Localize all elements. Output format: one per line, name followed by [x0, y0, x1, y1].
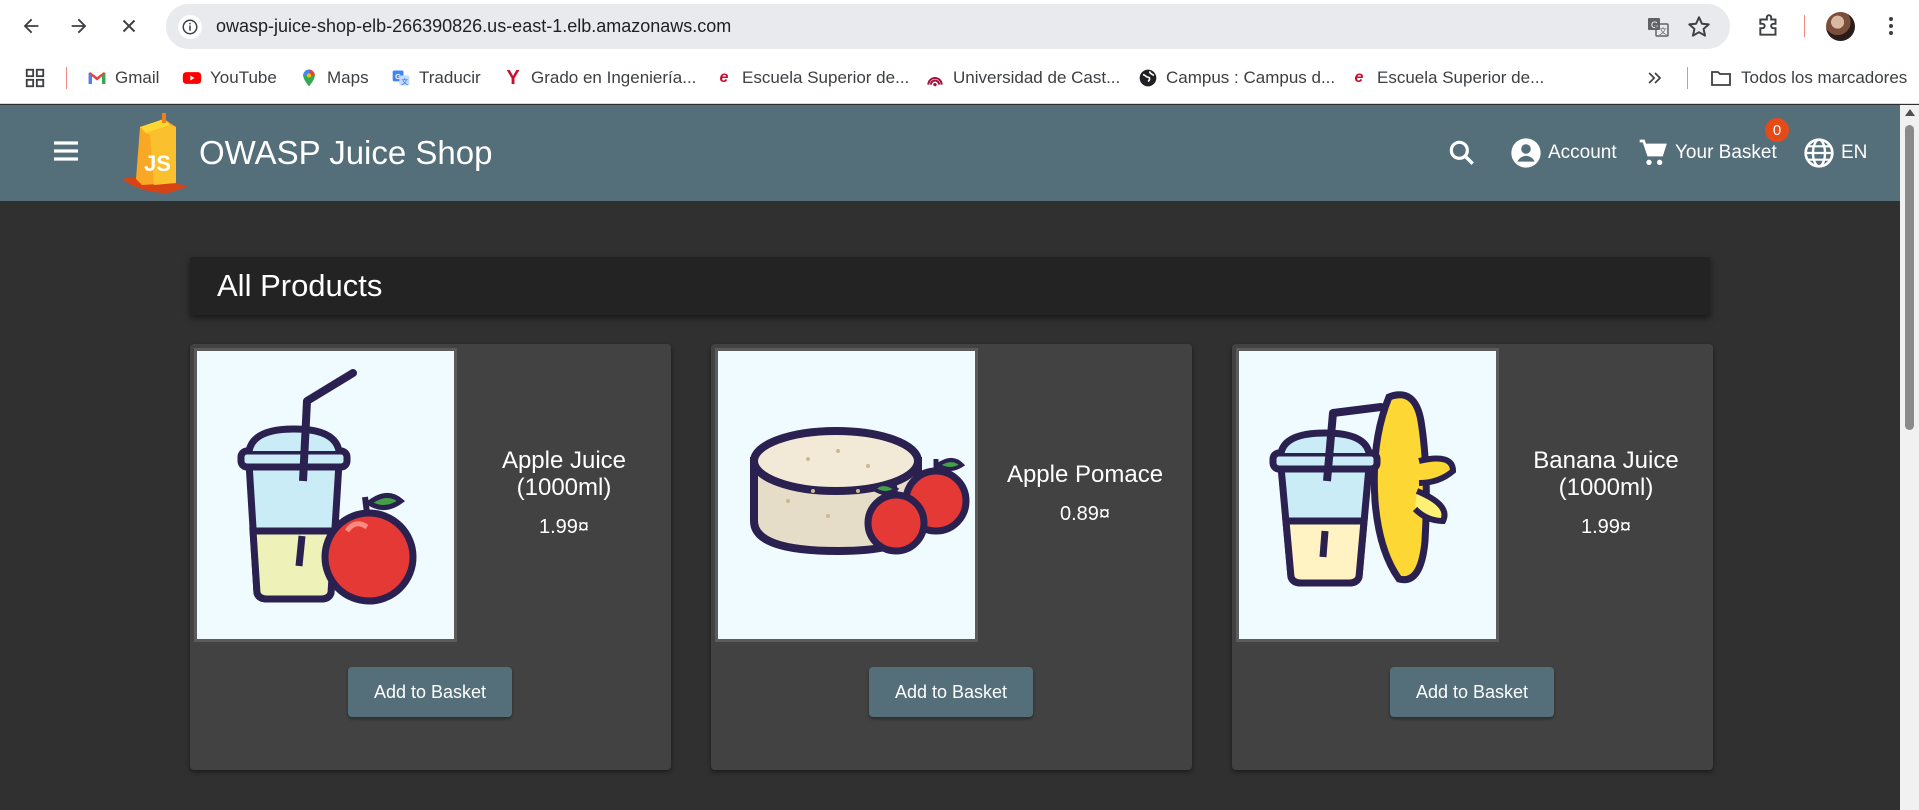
product-card[interactable]: Apple Pomace 0.89¤ Add to Basket: [711, 344, 1192, 770]
language-label: EN: [1841, 142, 1868, 163]
product-card[interactable]: Apple Juice (1000ml) 1.99¤ Add to Basket: [190, 344, 671, 770]
product-image[interactable]: [715, 348, 978, 642]
more-menu-icon[interactable]: [1876, 11, 1906, 41]
product-price: 0.89¤: [1059, 502, 1111, 525]
back-button[interactable]: [11, 6, 51, 46]
apps-grid-icon: [25, 68, 45, 88]
bookmark-maps[interactable]: Maps: [299, 52, 369, 104]
product-info: Apple Juice (1000ml) 1.99¤: [457, 344, 671, 642]
product-card[interactable]: Banana Juice (1000ml) 1.99¤ Add to Baske…: [1232, 344, 1713, 770]
shopping-cart-icon: [1639, 139, 1667, 165]
double-chevron-right-icon: [1648, 72, 1662, 84]
bookmark-escuela-2[interactable]: e Escuela Superior de...: [1349, 52, 1545, 104]
toolbar-divider: [1804, 15, 1805, 37]
extensions-icon[interactable]: [1754, 11, 1784, 41]
product-price: 1.99¤: [538, 516, 590, 538]
language-button[interactable]: EN: [1803, 105, 1867, 201]
apple-juice-illustration: [237, 369, 417, 605]
profile-avatar[interactable]: [1826, 12, 1855, 41]
account-label: Account: [1548, 142, 1617, 163]
product-image[interactable]: [194, 348, 457, 642]
add-to-basket-button[interactable]: Add to Basket: [1390, 667, 1554, 717]
hamburger-menu-icon: [54, 141, 78, 161]
arrow-right-icon: [71, 18, 87, 34]
product-name: Banana Juice (1000ml): [1533, 447, 1679, 501]
bookmark-grado[interactable]: Y Grado en Ingeniería...: [503, 52, 696, 104]
bookmarks-overflow-button[interactable]: [1645, 52, 1665, 104]
add-to-basket-button[interactable]: Add to Basket: [869, 667, 1033, 717]
bookmarks-divider-2: [1687, 67, 1688, 89]
app-toolbar: JS OWASP Juice Shop Account Your Basket …: [0, 105, 1900, 201]
banana-juice-illustration: [1269, 391, 1457, 587]
juice-shop-logo[interactable]: JS: [120, 113, 192, 193]
url-text[interactable]: owasp-juice-shop-elb-266390826.us-east-1…: [216, 4, 731, 49]
svg-text:G: G: [1651, 20, 1658, 30]
bookmark-campus[interactable]: Campus : Campus d...: [1138, 52, 1335, 104]
bookmark-universidad[interactable]: Universidad de Cast...: [925, 52, 1120, 104]
product-name: Apple Juice (1000ml): [501, 447, 627, 501]
esi-logo-icon: e: [1354, 69, 1364, 86]
scroll-up-arrow-icon[interactable]: [1905, 109, 1915, 116]
language-globe-icon: [1804, 138, 1834, 168]
globe-icon: [1139, 69, 1157, 87]
uclm-logo-icon: [927, 76, 943, 87]
side-menu-button[interactable]: [46, 131, 86, 171]
svg-text:文: 文: [1659, 26, 1667, 36]
page-title: All Products: [217, 268, 383, 303]
bookmark-traducir[interactable]: G文 Traducir: [391, 52, 481, 104]
all-bookmarks-button[interactable]: Todos los marcadores: [1709, 52, 1907, 104]
product-name: Apple Pomace: [1006, 460, 1164, 488]
product-info: Banana Juice (1000ml) 1.99¤: [1499, 344, 1713, 642]
apple-pomace-illustration: [750, 427, 970, 556]
bookmark-star-icon[interactable]: [1686, 14, 1712, 40]
stop-loading-button[interactable]: [109, 6, 149, 46]
bookmarks-divider: [66, 67, 67, 89]
translate-icon: G文: [392, 70, 410, 86]
account-button[interactable]: Account: [1510, 105, 1617, 201]
translate-page-icon[interactable]: G文: [1646, 15, 1670, 39]
arrow-left-icon: [23, 18, 39, 34]
app-title[interactable]: OWASP Juice Shop: [199, 105, 492, 201]
site-info-icon[interactable]: [178, 15, 202, 39]
add-to-basket-button[interactable]: Add to Basket: [348, 667, 512, 717]
products-header: All Products: [190, 257, 1710, 315]
address-bar[interactable]: owasp-juice-shop-elb-266390826.us-east-1…: [166, 4, 1730, 49]
svg-text:JS: JS: [144, 151, 171, 176]
page-scrollbar[interactable]: [1900, 105, 1919, 810]
basket-count-badge: 0: [1765, 118, 1789, 142]
youtube-icon: [182, 72, 202, 84]
svg-text:文: 文: [401, 77, 408, 86]
account-circle-icon: [1511, 138, 1541, 168]
y-logo-icon: Y: [506, 66, 520, 89]
basket-label: Your Basket: [1675, 142, 1777, 163]
esi-logo-icon: e: [719, 69, 729, 86]
search-icon: [1449, 140, 1474, 165]
forward-button[interactable]: [59, 6, 99, 46]
gmail-icon: [88, 72, 106, 84]
product-info: Apple Pomace 0.89¤: [978, 344, 1192, 642]
maps-icon: [303, 69, 315, 87]
basket-button[interactable]: Your Basket: [1637, 105, 1777, 201]
main-content: All Products Apple Juice (1000ml) 1.99¤: [0, 201, 1900, 810]
browser-toolbar: owasp-juice-shop-elb-266390826.us-east-1…: [0, 0, 1919, 52]
search-button[interactable]: [1446, 105, 1478, 201]
bookmark-youtube[interactable]: YouTube: [182, 52, 277, 104]
close-icon: [122, 19, 136, 33]
bookmark-gmail[interactable]: Gmail: [87, 52, 159, 104]
folder-icon: [1711, 71, 1731, 86]
apps-button[interactable]: [24, 52, 46, 104]
product-price: 1.99¤: [1580, 516, 1632, 538]
scroll-thumb[interactable]: [1905, 125, 1914, 430]
product-image[interactable]: [1236, 348, 1499, 642]
bookmark-escuela-1[interactable]: e Escuela Superior de...: [714, 52, 910, 104]
bookmarks-bar: Gmail YouTube Maps G文 Traducir Y Grado e…: [0, 52, 1919, 104]
